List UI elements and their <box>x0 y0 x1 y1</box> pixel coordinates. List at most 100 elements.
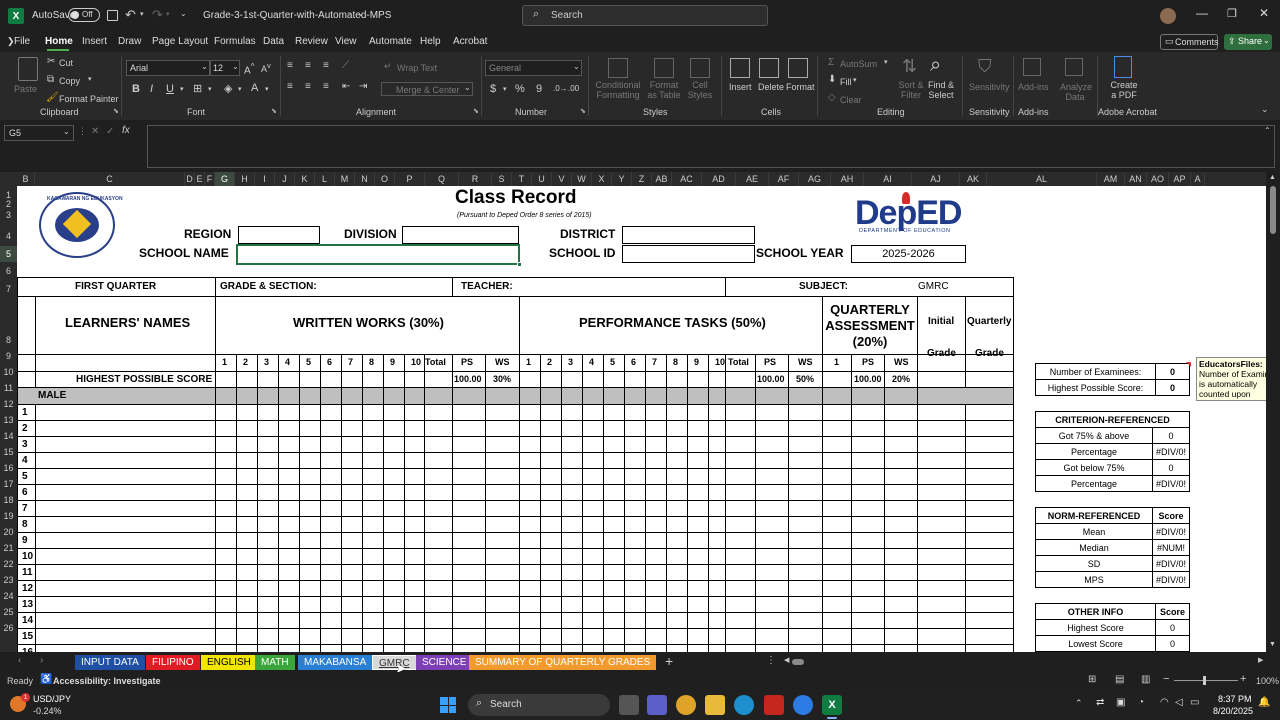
examinees-value[interactable]: 0 <box>1155 363 1190 380</box>
sensitivity-button[interactable]: Sensitivity <box>969 82 1010 92</box>
copy-dropdown-icon[interactable]: ▾ <box>88 75 92 83</box>
horizontal-scroll-thumb[interactable] <box>792 659 804 665</box>
avatar[interactable] <box>1160 8 1176 24</box>
criterion-value[interactable]: 0 <box>1151 427 1191 444</box>
number-format-select[interactable]: General ⌄ <box>485 60 582 76</box>
clear-button[interactable]: Clear <box>840 95 862 105</box>
name-box[interactable]: G5 ⌄ <box>4 125 74 141</box>
borders-dropdown-icon[interactable]: ▾ <box>208 85 212 93</box>
italic-icon[interactable]: I <box>150 83 153 95</box>
row-header[interactable]: 11 <box>0 380 17 396</box>
comments-button[interactable]: ▭ Comments <box>1160 34 1219 50</box>
merge-center-button[interactable]: Merge & Center ⌄ <box>381 82 473 96</box>
edge-icon[interactable] <box>734 695 754 715</box>
column-header[interactable]: V <box>552 172 572 186</box>
wrap-text-button[interactable]: Wrap Text <box>397 63 437 73</box>
row-header[interactable]: 7 <box>0 281 17 297</box>
conditional-formatting-button[interactable]: Conditional Formatting <box>592 80 644 100</box>
row-header[interactable]: 5 <box>0 246 17 262</box>
norm-value[interactable]: #DIV/0! <box>1151 523 1191 540</box>
notification-bell-icon[interactable]: 🔔 <box>1258 697 1270 708</box>
acrobat-icon[interactable] <box>764 695 784 715</box>
analyze-data-button[interactable]: Analyze Data <box>1060 82 1092 102</box>
sheet-tab-science[interactable]: SCIENCE <box>416 655 473 670</box>
column-header[interactable]: S <box>492 172 512 186</box>
find-select-button[interactable]: Find & Select <box>926 80 956 100</box>
column-header[interactable]: AP <box>1169 172 1191 186</box>
row-header[interactable]: 10 <box>0 364 17 380</box>
paste-icon[interactable] <box>18 57 38 81</box>
currency-icon[interactable]: $ <box>490 83 496 95</box>
comment-note[interactable]: EducatorsFiles: Number of Examin is auto… <box>1196 357 1266 401</box>
align-bottom-icon[interactable]: ≡ <box>323 60 329 71</box>
decrease-font-icon[interactable]: Av <box>261 61 271 74</box>
column-header[interactable]: P <box>395 172 425 186</box>
zoom-in-icon[interactable]: + <box>1240 673 1246 685</box>
underline-icon[interactable]: U <box>166 83 174 95</box>
criterion-value[interactable]: #DIV/0! <box>1151 443 1191 460</box>
tray-chevron-icon[interactable]: ⌃ <box>1075 698 1083 709</box>
save-icon[interactable] <box>107 10 118 21</box>
column-header[interactable]: U <box>532 172 552 186</box>
page-layout-view-icon[interactable]: ▤ <box>1115 674 1124 685</box>
align-top-icon[interactable]: ≡ <box>287 60 293 71</box>
column-header[interactable]: AK <box>960 172 987 186</box>
taskbar-search[interactable]: ⌕ Search <box>468 694 610 716</box>
file-explorer-icon[interactable] <box>705 695 725 715</box>
start-windows-icon[interactable] <box>440 697 456 713</box>
column-header[interactable]: AI <box>864 172 912 186</box>
norm-value[interactable]: #DIV/0! <box>1151 571 1191 588</box>
other-value[interactable]: 0 <box>1155 619 1190 636</box>
create-pdf-button[interactable]: Create a PDF <box>1110 80 1138 100</box>
next-sheet-icon[interactable]: › <box>40 655 43 666</box>
maximize-icon[interactable]: ❐ <box>1227 7 1237 20</box>
norm-value[interactable]: #NUM! <box>1151 539 1191 556</box>
column-header[interactable]: Z <box>632 172 652 186</box>
redo-icon[interactable]: ↷ <box>152 7 163 23</box>
orientation-icon[interactable]: ⟋ <box>342 60 349 71</box>
align-middle-icon[interactable]: ≡ <box>305 60 311 71</box>
tab-page-layout[interactable]: Page Layout <box>152 32 208 52</box>
tab-view[interactable]: View <box>335 32 357 52</box>
cancel-formula-icon[interactable]: ✕ <box>91 126 99 137</box>
tab-automate[interactable]: Automate <box>369 32 412 52</box>
undo-dropdown-icon[interactable]: ▾ <box>140 10 144 18</box>
column-header[interactable]: M <box>335 172 355 186</box>
tab-draw[interactable]: Draw <box>118 32 141 52</box>
redo-dropdown-icon[interactable]: ▾ <box>166 10 170 18</box>
share-button[interactable]: ⇪ Share ⌄ <box>1224 34 1272 50</box>
fill-button[interactable]: Fill <box>840 77 852 87</box>
clipboard-launcher-icon[interactable]: ⬊ <box>113 107 119 115</box>
font-launcher-icon[interactable]: ⬊ <box>271 107 277 115</box>
row-header[interactable]: 16 <box>0 460 17 476</box>
fill-color-dropdown-icon[interactable]: ▾ <box>238 85 242 93</box>
increase-indent-icon[interactable]: ⇥ <box>359 81 367 92</box>
percent-icon[interactable]: % <box>515 83 525 95</box>
tab-insert[interactable]: Insert <box>82 32 107 52</box>
expand-formula-icon[interactable]: ⌃ <box>1264 126 1271 135</box>
scroll-down-icon[interactable]: ▼ <box>1269 641 1276 648</box>
close-icon[interactable]: ✕ <box>1259 6 1269 20</box>
column-header[interactable]: T <box>512 172 532 186</box>
excel-taskbar-icon[interactable]: X <box>822 695 842 715</box>
delete-cells-button[interactable]: Delete <box>758 82 784 92</box>
row-header[interactable]: 8 <box>0 332 17 348</box>
row-header[interactable]: 26 <box>0 620 17 636</box>
column-header[interactable]: C <box>35 172 185 186</box>
hscroll-left-icon[interactable]: ◀ <box>784 656 789 664</box>
tray-app2-icon[interactable]: ▣ <box>1116 697 1125 708</box>
prev-sheet-icon[interactable]: ‹ <box>18 655 21 666</box>
row-header[interactable]: 21 <box>0 540 17 556</box>
select-all-corner[interactable] <box>0 172 17 186</box>
column-header[interactable]: AL <box>987 172 1097 186</box>
column-header[interactable]: B <box>17 172 35 186</box>
row-header[interactable]: 22 <box>0 556 17 572</box>
insert-cells-button[interactable]: Insert <box>729 82 752 92</box>
currency-dropdown-icon[interactable]: ▾ <box>503 85 507 93</box>
paste-button[interactable]: Paste <box>14 84 37 94</box>
column-header[interactable]: J <box>275 172 295 186</box>
sheet-tab-filipino[interactable]: FILIPINO <box>146 655 200 670</box>
formula-options-icon[interactable]: ⋮ <box>78 126 87 137</box>
tab-data[interactable]: Data <box>263 32 284 52</box>
column-header[interactable]: F <box>205 172 215 186</box>
